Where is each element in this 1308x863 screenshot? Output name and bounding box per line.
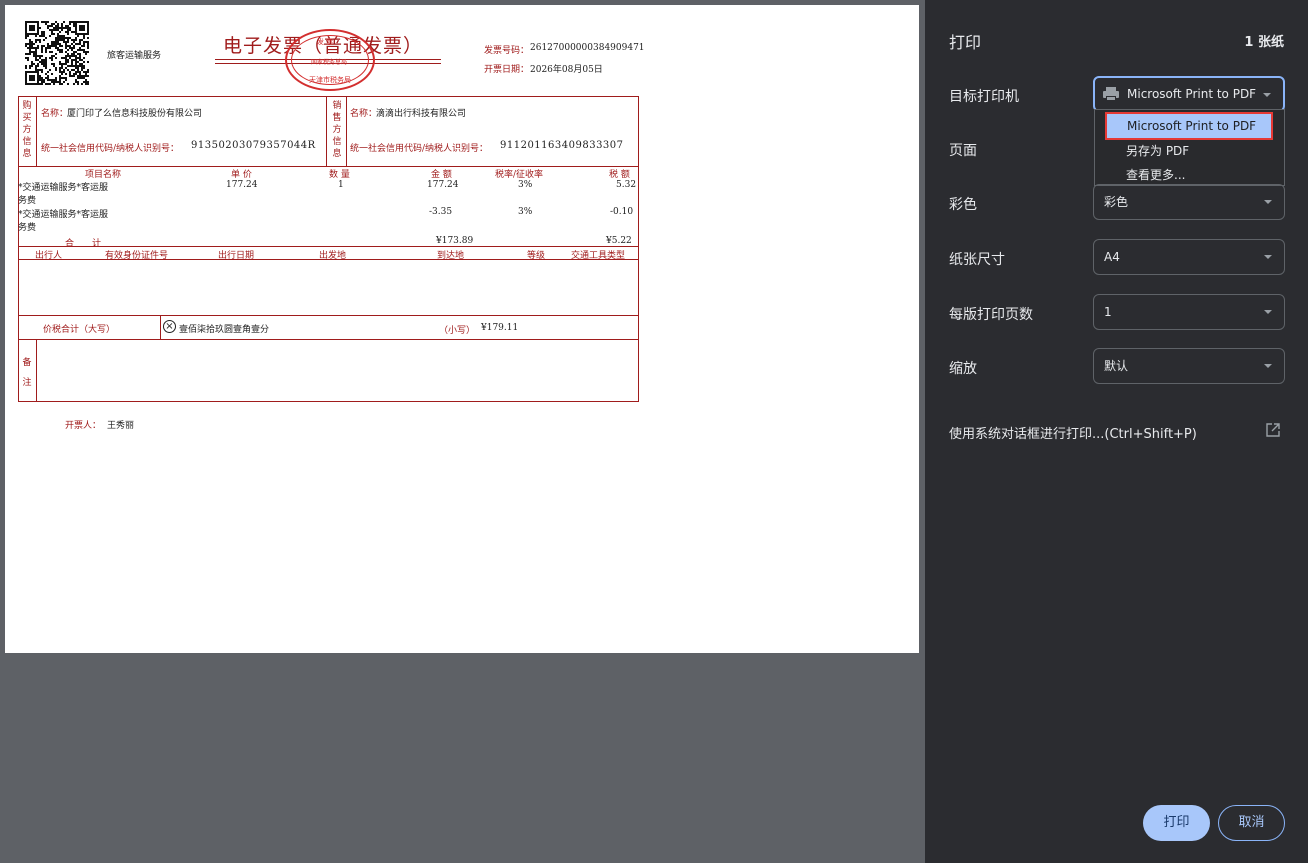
col-tax-rate: 税率/征收率 [495,170,544,180]
print-preview-area: 旅客运输服务 电子发票（普通发票） 发 票 国家税务总局 天津市税务局 发票号码… [0,0,925,863]
row-amount: 177.24 [427,180,459,190]
tax-stamp: 发 票 国家税务总局 天津市税务局 [285,29,375,91]
pages-per-sheet-select[interactable]: 1 [1093,294,1285,330]
paper-size-value: A4 [1104,250,1120,264]
col-traveler: 出行人 [35,251,63,261]
sheet-count: 1 张纸 [1244,35,1284,50]
seller-vertical-label: 销售方信息 [332,101,342,159]
pages-per-sheet-label: 每版打印页数 [949,307,1033,323]
seller-name: 滴滴出行科技有限公司 [376,109,467,119]
pages-label: 页面 [949,143,977,159]
seller-tax-label: 统一社会信用代码/纳税人识别号： [350,144,489,154]
row-tax: 5.32 [616,180,637,190]
row-amount: -3.35 [429,207,453,217]
dropdown-item-microsoft-pdf[interactable]: Microsoft Print to PDF [1105,112,1273,140]
row-item-line2: 务费 [18,196,37,206]
printer-label: 目标打印机 [949,89,1019,105]
col-unit-price: 单 价 [231,170,252,180]
chevron-down-icon [1264,255,1272,259]
total-amount: ¥173.89 [436,236,474,246]
col-item-name: 项目名称 [85,170,122,180]
chevron-down-icon [1264,310,1272,314]
panel-title: 打印 [949,33,982,52]
circle-x-icon: × [163,320,176,333]
buyer-name: 厦门印了么信息科技股份有限公司 [67,109,203,119]
row-tax: -0.10 [610,207,634,217]
printer-icon [1103,87,1119,101]
buyer-tax-id: 91350203079357044R [191,140,316,151]
invoice-number: 26127000000384909471 [530,43,645,53]
stamp-text-bottom: 天津市税务局 [309,76,351,84]
paper-size-label: 纸张尺寸 [949,252,1005,268]
paper-size-select[interactable]: A4 [1093,239,1285,275]
cancel-button[interactable]: 取消 [1218,805,1285,841]
printer-dropdown-menu: Microsoft Print to PDF 另存为 PDF 查看更多... [1094,109,1285,186]
color-select[interactable]: 彩色 [1093,184,1285,220]
sum-lower-label: （小写） [439,326,476,336]
scale-value: 默认 [1104,359,1129,373]
qr-code-icon [25,21,89,85]
stamp-text-mid: 国家税务总局 [311,59,348,66]
chevron-down-icon [1263,93,1271,97]
scale-select[interactable]: 默认 [1093,348,1285,384]
printer-value: Microsoft Print to PDF [1127,87,1257,101]
sum-lower: ¥179.11 [481,323,519,333]
color-label: 彩色 [949,197,977,213]
dropdown-item-see-more[interactable]: 查看更多... [1126,166,1185,183]
invoice-page: 旅客运输服务 电子发票（普通发票） 发 票 国家税务总局 天津市税务局 发票号码… [5,5,919,653]
row-item-line1: *交通运输服务*客运服 [18,183,109,193]
invoice-date-label: 开票日期： [484,65,530,75]
row-rate: 3% [518,207,533,217]
print-settings-panel: 打印 1 张纸 目标打印机 Microsoft Print to PDF Mic… [925,0,1308,863]
open-external-icon[interactable] [1266,423,1280,437]
col-departure: 出发地 [319,251,347,261]
system-dialog-link[interactable]: 使用系统对话框进行打印...(Ctrl+Shift+P) [949,423,1197,442]
col-arrival: 到达地 [437,251,465,261]
row-qty: 1 [338,180,344,190]
total-tax: ¥5.22 [606,236,632,246]
pages-per-sheet-value: 1 [1104,305,1112,319]
col-quantity: 数 量 [329,170,350,180]
row-item-line2: 务费 [18,223,37,233]
col-id-number: 有效身份证件号 [105,251,169,261]
buyer-vertical-label: 购买方信息 [22,101,32,159]
row-price: 177.24 [226,180,258,190]
scale-label: 缩放 [949,361,977,377]
chevron-down-icon [1264,200,1272,204]
col-vehicle-type: 交通工具类型 [571,251,626,261]
issuer-label: 开票人： [65,421,102,431]
row-item-line1: *交通运输服务*客运服 [18,210,109,220]
print-button[interactable]: 打印 [1143,805,1210,841]
color-value: 彩色 [1104,195,1129,209]
col-travel-date: 出行日期 [218,251,255,261]
seller-name-label: 名称： [350,109,378,119]
invoice-number-label: 发票号码： [484,46,530,56]
col-tax-amount: 税 额 [609,170,630,180]
invoice-date: 2026年08月05日 [530,65,603,75]
seller-tax-id: 911201163409833307 [500,140,624,151]
issuer-name: 王秀丽 [107,421,135,431]
sum-upper-label: 价税合计（大写） [43,325,116,335]
printer-select[interactable]: Microsoft Print to PDF [1093,76,1285,112]
sum-upper: 壹佰柒拾玖圆壹角壹分 [179,325,270,335]
buyer-name-label: 名称： [41,109,69,119]
col-class: 等级 [527,251,546,261]
col-amount: 金 额 [431,170,452,180]
chevron-down-icon [1264,364,1272,368]
total-label: 合 计 [65,239,102,249]
buyer-tax-label: 统一社会信用代码/纳税人识别号： [41,144,180,154]
remark-vertical-label: 备注 [22,358,32,388]
dropdown-item-save-pdf[interactable]: 另存为 PDF [1126,142,1189,159]
stamp-text-top: 发 票 [317,38,334,46]
service-type: 旅客运输服务 [107,51,162,61]
row-rate: 3% [518,180,533,190]
